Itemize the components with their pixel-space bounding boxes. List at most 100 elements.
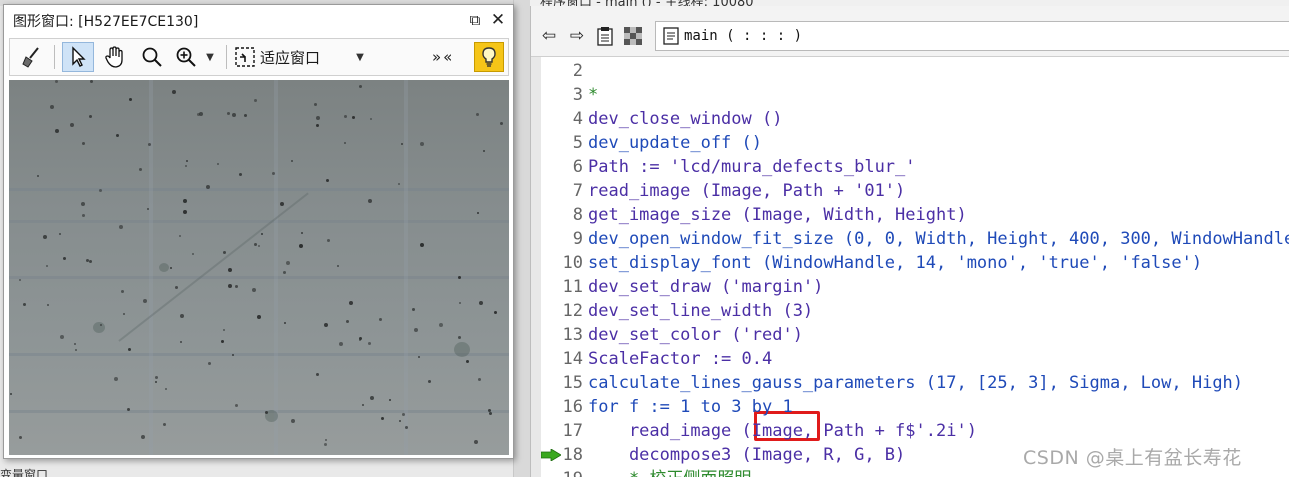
code-token: set_display_font (WindowHandle, 14, 'mon… (588, 253, 1203, 273)
code-line[interactable]: 6 Path := 'lcd/mura_defects_blur_' (531, 155, 1289, 179)
procedure-icon (662, 27, 680, 45)
defect-speck (47, 304, 49, 306)
code-token: * (588, 85, 599, 105)
defect-speck (19, 279, 21, 281)
defect-speck (155, 381, 157, 383)
defect-speck (257, 315, 261, 319)
clear-window-broom-icon[interactable] (16, 42, 48, 72)
defect-speck (232, 354, 234, 356)
code-token: calculate_lines_gauss_parameters (17, [2… (588, 373, 1244, 393)
code-line[interactable]: 5 dev_update_off () (531, 131, 1289, 155)
code-text: dev_open_window_fit_size (0, 0, Width, H… (588, 227, 1289, 251)
code-token: dev_open_window_fit_size (0, 0, Width, H… (588, 229, 1289, 249)
image-display-canvas[interactable] (9, 80, 509, 455)
defect-speck (235, 285, 238, 288)
code-token: get_image_size (Image, Width, Height) (588, 205, 967, 225)
defect-speck (314, 103, 317, 106)
defect-speck (75, 349, 77, 351)
toolbar-overflow-button[interactable]: »« (432, 42, 454, 72)
code-editor[interactable]: 2 3 * 4 dev_close_window () 5 dev_update_off (… (531, 56, 1289, 477)
zoom-in-icon[interactable] (170, 42, 202, 72)
defect-speck (478, 378, 481, 381)
fit-dropdown-chevron-down-icon[interactable]: ▼ (352, 42, 368, 72)
code-text: for f := 1 to 3 by 1 (588, 395, 793, 419)
clipboard-icon[interactable] (593, 25, 617, 47)
grid-icon[interactable] (621, 25, 645, 47)
close-icon[interactable]: ✕ (488, 10, 508, 30)
code-line[interactable]: 4 dev_close_window () (531, 107, 1289, 131)
defect-speck (381, 417, 384, 420)
code-line[interactable]: 15 calculate_lines_gauss_parameters (17, … (531, 371, 1289, 395)
defect-speck (401, 143, 403, 145)
defect-speck (398, 183, 400, 185)
code-text: read_image (Image, Path + f$'.2i') (588, 419, 977, 443)
mura-line (274, 80, 278, 455)
code-line[interactable]: 8 get_image_size (Image, Width, Height) (531, 203, 1289, 227)
defect-speck (368, 342, 371, 345)
defect-speck (477, 212, 479, 214)
graphics-window-title: 图形窗口: [H527EE7CE130] (13, 14, 199, 30)
hand-pan-icon[interactable] (99, 42, 131, 72)
code-line[interactable]: 17 read_image (Image, Path + f$'.2i') (531, 419, 1289, 443)
mura-line (149, 80, 153, 455)
code-text: * (588, 83, 598, 107)
code-line[interactable]: 9 dev_open_window_fit_size (0, 0, Width, … (531, 227, 1289, 251)
defect-speck (227, 112, 230, 115)
code-line[interactable]: 13 dev_set_color ('red') (531, 323, 1289, 347)
line-number: 3 (572, 85, 583, 105)
defect-speck (129, 98, 132, 101)
defect-speck (82, 214, 85, 217)
back-arrow-icon[interactable]: ⇦ (537, 25, 561, 47)
mura-line (9, 276, 509, 279)
defect-speck (100, 324, 102, 326)
forward-arrow-icon[interactable]: ⇨ (565, 25, 589, 47)
restore-icon[interactable]: ⧉ (465, 10, 485, 30)
defect-speck (55, 129, 59, 133)
line-number: 14 (562, 349, 583, 369)
defect-speck (344, 115, 347, 118)
defect-speck (402, 413, 405, 416)
defect-speck (70, 123, 74, 127)
mura-line (404, 80, 408, 455)
code-line[interactable]: 16 for f := 1 to 3 by 1 (531, 395, 1289, 419)
fit-window-button[interactable]: 适应窗口 (234, 42, 320, 72)
procedure-selector[interactable]: main ( : : : ) (655, 21, 1289, 51)
defect-speck (327, 239, 330, 242)
defect-speck (352, 116, 355, 119)
zoom-dropdown-chevron-down-icon[interactable]: ▼ (202, 42, 218, 72)
lightbulb-icon[interactable] (474, 42, 504, 72)
defect-speck (420, 142, 424, 146)
mura-defect-streak (118, 192, 309, 342)
defect-speck (163, 423, 166, 426)
defect-speck (228, 284, 232, 288)
defect-speck (414, 328, 418, 332)
defect-speck (252, 288, 256, 292)
code-line[interactable]: 12 dev_set_line_width (3) (531, 299, 1289, 323)
magnifier-icon[interactable] (136, 42, 168, 72)
defect-speck (46, 265, 48, 267)
defect-speck (286, 261, 290, 265)
defect-speck (283, 271, 286, 274)
mura-line (9, 188, 509, 191)
code-line[interactable]: 11 dev_set_draw ('margin') (531, 275, 1289, 299)
background-scrollbar[interactable] (513, 0, 530, 477)
graphics-window-titlebar[interactable]: 图形窗口: [H527EE7CE130] ⧉ ✕ (4, 5, 513, 35)
code-line[interactable]: 14 ScaleFactor := 0.4 (531, 347, 1289, 371)
defect-speck (399, 420, 401, 422)
pointer-icon[interactable] (62, 42, 94, 72)
defect-speck (223, 329, 225, 331)
defect-speck (254, 243, 257, 246)
defect-speck (197, 113, 200, 116)
mura-line (9, 353, 509, 356)
code-line[interactable]: 10 set_display_font (WindowHandle, 14, 'm… (531, 251, 1289, 275)
defect-speck (99, 189, 102, 192)
defect-speck (412, 308, 415, 311)
code-line[interactable]: 3 * (531, 83, 1289, 107)
code-line[interactable]: 2 (531, 59, 1289, 83)
defect-speck (81, 202, 85, 206)
code-line[interactable]: 7 read_image (Image, Path + '01') (531, 179, 1289, 203)
defect-speck (362, 404, 364, 406)
defect-speck (192, 253, 194, 255)
defect-speck (359, 85, 362, 88)
defect-speck (265, 411, 268, 414)
